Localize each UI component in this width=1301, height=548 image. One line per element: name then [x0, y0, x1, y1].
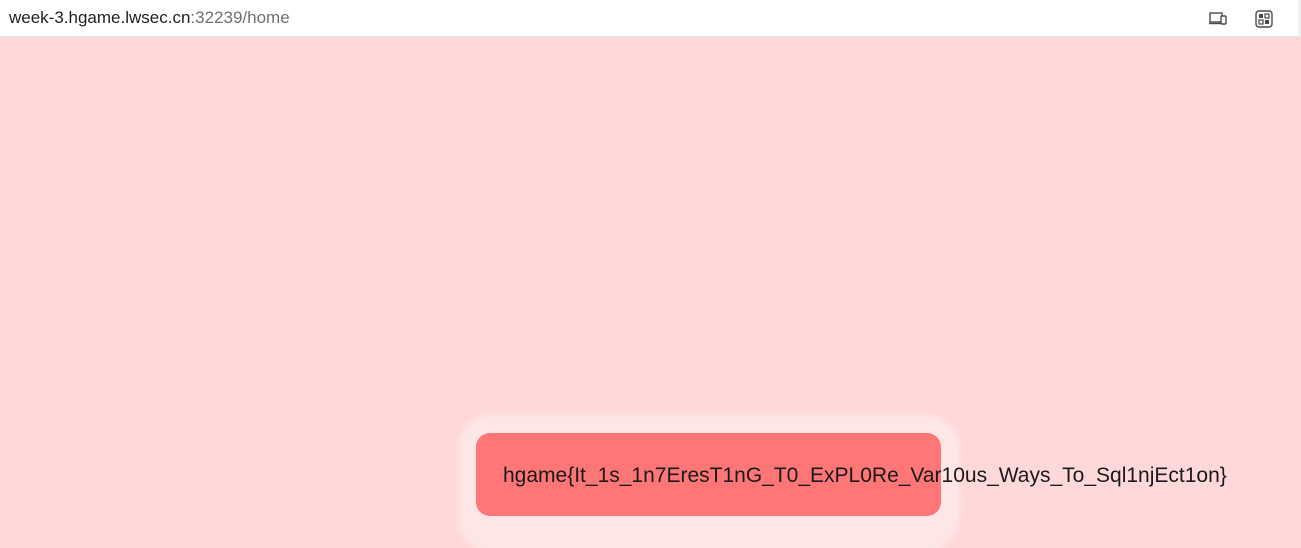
device-icon[interactable] — [1207, 8, 1229, 30]
page-content: hgame{It_1s_1n7EresT1nG_T0_ExPL0Re_Var10… — [0, 37, 1301, 548]
flag-text: hgame{It_1s_1n7EresT1nG_T0_ExPL0Re_Var10… — [503, 464, 1227, 487]
extensions-icon[interactable] — [1253, 8, 1275, 30]
url-field[interactable]: week-3.hgame.lwsec.cn:32239/home — [9, 8, 290, 28]
url-host: week-3.hgame.lwsec.cn — [9, 8, 191, 27]
url-port-path: :32239/home — [190, 8, 290, 27]
browser-address-bar: week-3.hgame.lwsec.cn:32239/home — [0, 0, 1301, 37]
